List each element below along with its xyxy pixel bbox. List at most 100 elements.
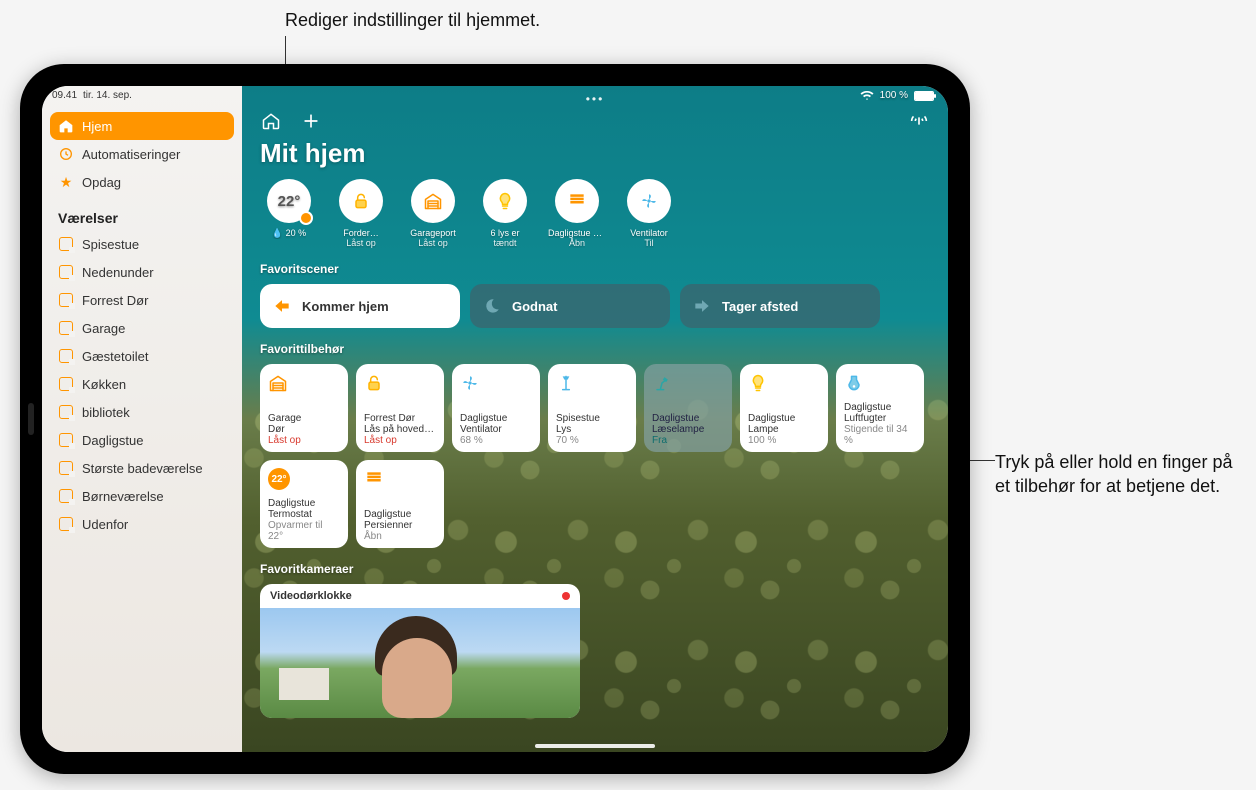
fan-icon (460, 370, 532, 396)
room-icon (58, 432, 74, 448)
statusbar-left: 09.41 tir. 14. sep. (52, 90, 132, 101)
category-label-2: Til (644, 238, 653, 248)
accessory-room: Forrest Dør (364, 413, 436, 424)
sidebar-room-label: Dagligstue (82, 433, 143, 448)
accessory-tile[interactable]: Dagligstue Ventilator 68 % (452, 364, 540, 452)
sidebar-room-item[interactable]: Børneværelse (50, 482, 234, 510)
bulb-icon (483, 179, 527, 223)
accessory-tile[interactable]: Dagligstue Persienner Åbn (356, 460, 444, 548)
humidity-icon: 💧 20 % (272, 228, 306, 239)
room-icon (58, 488, 74, 504)
camera-card[interactable]: Videodørklokke (260, 584, 580, 718)
camera-title: Videodørklokke (270, 590, 352, 602)
star-icon: ★ (58, 174, 74, 190)
recording-dot-icon (562, 592, 570, 600)
battery-icon (914, 91, 934, 101)
statusbar-time: 09.41 (52, 90, 77, 101)
accessories-heading: Favorittilbehør (260, 342, 930, 356)
climate-button[interactable]: 22° 💧 20 % (260, 179, 318, 248)
sidebar-room-label: Køkken (82, 377, 126, 392)
scene-button[interactable]: Kommer hjem (260, 284, 460, 328)
sidebar-room-label: Nedenunder (82, 265, 154, 280)
accessory-tile[interactable]: 22° Dagligstue Termostat Opvarmer til 22… (260, 460, 348, 548)
sidebar-room-item[interactable]: Spisestue (50, 230, 234, 258)
moon-icon (482, 296, 502, 316)
sidebar-room-item[interactable]: Gæstetoilet (50, 342, 234, 370)
home-indicator[interactable] (535, 744, 655, 748)
sidebar-room-label: Spisestue (82, 237, 139, 252)
scene-button[interactable]: Godnat (470, 284, 670, 328)
garage-icon (268, 370, 340, 396)
add-button[interactable] (300, 110, 322, 132)
category-button[interactable]: Forder… Låst op (332, 179, 390, 248)
desklamp-icon (652, 370, 724, 396)
sidebar-item-label: Opdag (82, 175, 121, 190)
cameras-heading: Favoritkameraer (260, 562, 930, 576)
accessory-tile[interactable]: Forrest Dør Lås på hoveddør Låst op (356, 364, 444, 452)
sidebar-room-item[interactable]: bibliotek (50, 398, 234, 426)
category-button[interactable]: Dagligstue Persienner Åbn (548, 179, 606, 248)
sidebar-room-label: Udenfor (82, 517, 128, 532)
sidebar-room-item[interactable]: Køkken (50, 370, 234, 398)
sidebar-room-item[interactable]: Nedenunder (50, 258, 234, 286)
accessory-name: Læselampe (652, 424, 724, 435)
leave-icon (692, 296, 712, 316)
thermometer-icon: 22° (267, 179, 311, 223)
room-icon (58, 376, 74, 392)
sidebar-item-home[interactable]: Hjem (50, 112, 234, 140)
category-button[interactable]: Garageport Låst op (404, 179, 462, 248)
accessory-room: Dagligstue (844, 402, 916, 413)
blinds-icon (555, 179, 599, 223)
accessory-tile[interactable]: Garage Dør Låst op (260, 364, 348, 452)
lock-icon (339, 179, 383, 223)
more-icon[interactable]: ••• (586, 92, 605, 106)
sidebar-room-label: Forrest Dør (82, 293, 148, 308)
statusbar-battery-label: 100 % (880, 90, 908, 101)
home-settings-button[interactable] (260, 110, 282, 132)
category-button[interactable]: 6 lys er tændt (476, 179, 534, 248)
accessory-room: Spisestue (556, 413, 628, 424)
scenes-row: Kommer hjem GodnatTager afsted (260, 284, 930, 328)
camera-preview (260, 608, 580, 718)
room-icon (58, 264, 74, 280)
accessory-name: Lås på hoveddør (364, 424, 436, 435)
fan-icon (627, 179, 671, 223)
room-icon (58, 404, 74, 420)
sidebar-room-item[interactable]: Udenfor (50, 510, 234, 538)
accessory-status: 68 % (460, 435, 532, 446)
sidebar-item-label: Automatiseringer (82, 147, 180, 162)
sidebar-item-label: Hjem (82, 119, 112, 134)
category-label-2: Åbn (569, 238, 585, 248)
category-label-2: Låst op (418, 238, 448, 248)
sidebar-nav: Hjem Automatiseringer ★ Opdag (50, 112, 234, 196)
accessories-grid: Garage Dør Låst op Forrest Dør Lås på ho… (260, 364, 930, 548)
statusbar-date: tir. 14. sep. (83, 90, 132, 101)
sidebar-room-item[interactable]: Forrest Dør (50, 286, 234, 314)
wifi-icon (860, 91, 874, 101)
sidebar-item-discover[interactable]: ★ Opdag (50, 168, 234, 196)
scene-button[interactable]: Tager afsted (680, 284, 880, 328)
sidebar-room-label: Gæstetoilet (82, 349, 148, 364)
accessory-tile[interactable]: Dagligstue Lampe 100 % (740, 364, 828, 452)
intercom-button[interactable] (908, 110, 930, 132)
accessory-tile[interactable]: Spisestue Lys 70 % (548, 364, 636, 452)
sidebar-item-automations[interactable]: Automatiseringer (50, 140, 234, 168)
accessory-tile[interactable]: Dagligstue Luftfugter Stigende til 34 % (836, 364, 924, 452)
page-title: Mit hjem (260, 138, 930, 169)
garage-icon (411, 179, 455, 223)
category-label-2: tændt (493, 238, 516, 248)
accessory-name: Persienner (364, 520, 436, 531)
accessory-tile[interactable]: Dagligstue Læselampe Fra (644, 364, 732, 452)
scene-label: Kommer hjem (302, 299, 389, 314)
sidebar-room-item[interactable]: Største badeværelse (50, 454, 234, 482)
floorlamp-icon (556, 370, 628, 396)
arrive-icon (272, 296, 292, 316)
sidebar-room-item[interactable]: Garage (50, 314, 234, 342)
category-label-1: Garageport (410, 228, 456, 238)
category-button[interactable]: Ventilator Til (620, 179, 678, 248)
sidebar: HjemAutomatiseringer★Opdag Værelser Spis… (42, 86, 242, 752)
room-icon (58, 348, 74, 364)
category-label-1: 6 lys er (490, 228, 519, 238)
sidebar-room-item[interactable]: Dagligstue (50, 426, 234, 454)
screen: 09.41 tir. 14. sep. 100 % Hjem Automatise… (42, 86, 948, 752)
